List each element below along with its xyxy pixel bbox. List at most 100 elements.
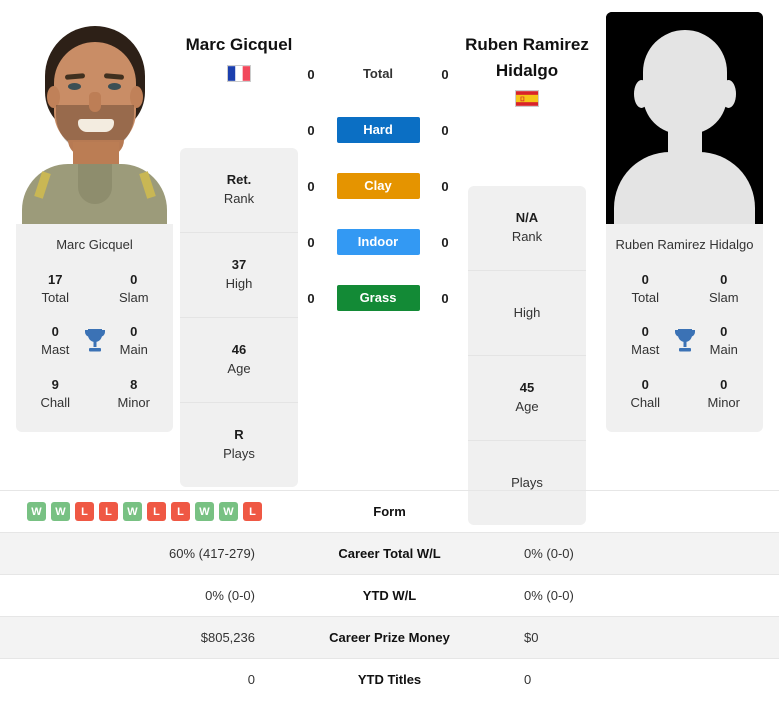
table-row-label: Form <box>373 504 406 519</box>
rank-row-age: 45 Age <box>468 356 586 441</box>
h2h-row-grass: 0 Grass 0 <box>303 284 453 312</box>
stat-slam: 0 Slam <box>95 263 174 313</box>
rank-row-rank: N/A Rank <box>468 186 586 271</box>
rank-value: Ret. <box>226 172 252 188</box>
table-row-label: YTD W/L <box>362 588 417 603</box>
player-card-left: Marc Gicquel 17 Total 0 Slam 0 Mast 0 Ma… <box>16 12 173 432</box>
player-photo-right <box>606 12 763 224</box>
stat-chall: 0 Chall <box>606 368 685 418</box>
rank-label: Rank <box>223 191 255 206</box>
stat-value: 0 <box>720 376 728 392</box>
h2h-row-indoor: 0 Indoor 0 <box>303 228 453 256</box>
rank-row-plays: R Plays <box>180 403 298 487</box>
table-cell-left: 60% (417-279) <box>169 546 255 561</box>
spain-flag-icon <box>515 90 539 107</box>
rank-label: Age <box>227 361 251 376</box>
h2h-right-score: 0 <box>441 66 449 82</box>
table-cell-right: $0 <box>524 630 539 645</box>
rank-row-rank: Ret. Rank <box>180 148 298 233</box>
h2h-left-score: 0 <box>307 178 315 194</box>
player-name-left-card: Marc Gicquel <box>56 237 133 252</box>
titles-grid-left: 17 Total 0 Slam 0 Mast 0 Main 9 Chall 8 … <box>16 263 173 418</box>
player-card-right: Ruben Ramirez Hidalgo 0 Total 0 Slam 0 M… <box>606 12 763 432</box>
form-badge-win: W <box>219 502 238 521</box>
table-cell-right: 0% (0-0) <box>524 546 574 561</box>
rank-value: 37 <box>231 257 247 273</box>
rank-label: Rank <box>511 229 543 244</box>
rank-label: Age <box>515 399 539 414</box>
table-row: 0 YTD Titles 0 <box>0 658 779 700</box>
h2h-row-total: 0 Total 0 <box>303 60 453 88</box>
h2h-right-score: 0 <box>441 290 449 306</box>
rank-value: R <box>234 427 244 443</box>
h2h-surface-label: Total <box>362 66 394 81</box>
player-name-left: Marc Gicquel <box>185 35 293 54</box>
player-heading-left: Marc Gicquel <box>154 32 324 82</box>
stat-total: 0 Total <box>606 263 685 313</box>
table-row: 0% (0-0) YTD W/L 0% (0-0) <box>0 574 779 616</box>
form-badge-win: W <box>27 502 46 521</box>
table-row-label: Career Total W/L <box>338 546 441 561</box>
rank-value: N/A <box>515 210 539 226</box>
stat-value: 0 <box>641 376 649 392</box>
rank-row-high: High <box>468 271 586 356</box>
table-row-label: YTD Titles <box>357 672 422 687</box>
form-badge-loss: L <box>147 502 166 521</box>
table-cell-left: 0% (0-0) <box>205 588 255 603</box>
table-cell-right: 0 <box>524 672 532 687</box>
stat-minor: 8 Minor <box>95 368 174 418</box>
france-flag-icon <box>227 64 251 82</box>
rank-label: Plays <box>223 446 255 461</box>
stat-slam: 0 Slam <box>685 263 764 313</box>
table-cell-right: 0% (0-0) <box>524 588 574 603</box>
h2h-right-score: 0 <box>441 178 449 194</box>
rank-row-high: 37 High <box>180 233 298 318</box>
h2h-surface-chip-indoor[interactable]: Indoor <box>336 229 420 255</box>
stat-total: 17 Total <box>16 263 95 313</box>
titles-card-right: Ruben Ramirez Hidalgo 0 Total 0 Slam 0 M… <box>606 224 763 432</box>
form-badges-left: WWLLWLLWWL <box>0 502 277 521</box>
head-to-head-surfaces: 0 Total 0 0 Hard 0 0 Clay 0 0 Indoor 0 0… <box>303 60 453 312</box>
h2h-right-score: 0 <box>441 234 449 250</box>
comparison-stats-table: WWLLWLLWWL Form 60% (417-279) Career Tot… <box>0 490 779 700</box>
player-photo-left <box>16 12 173 224</box>
player-placeholder-avatar <box>606 12 763 224</box>
stat-value: 17 <box>48 271 63 287</box>
form-badge-win: W <box>123 502 142 521</box>
rank-value: 45 <box>519 380 535 396</box>
stat-label: Total <box>631 290 659 306</box>
table-cell-left: $805,236 <box>200 630 255 645</box>
stat-label: Chall <box>630 394 661 410</box>
rank-label: High <box>513 304 541 320</box>
h2h-surface-chip-grass[interactable]: Grass <box>336 285 420 311</box>
stat-label: Minor <box>117 394 150 410</box>
trophy-icon <box>674 329 695 352</box>
h2h-left-score: 0 <box>307 66 315 82</box>
player-comparison-header: Marc Gicquel 17 Total 0 Slam 0 Mast 0 Ma… <box>0 0 779 525</box>
h2h-surface-chip-hard[interactable]: Hard <box>336 117 420 143</box>
stat-label: Chall <box>40 394 71 410</box>
h2h-left-score: 0 <box>307 234 315 250</box>
table-row-label: Career Prize Money <box>329 630 450 645</box>
stat-label: Minor <box>707 394 740 410</box>
rank-row-age: 46 Age <box>180 318 298 403</box>
stat-value: 0 <box>641 271 649 287</box>
rank-card-left: Ret. Rank 37 High 46 Age R Plays <box>180 148 298 487</box>
rank-card-right: N/A Rank High 45 Age Plays <box>468 186 586 525</box>
form-badge-loss: L <box>171 502 190 521</box>
h2h-right-score: 0 <box>441 122 449 138</box>
h2h-row-clay: 0 Clay 0 <box>303 172 453 200</box>
stat-value: 9 <box>51 376 59 392</box>
form-badge-win: W <box>195 502 214 521</box>
stat-minor: 0 Minor <box>685 368 764 418</box>
h2h-surface-chip-clay[interactable]: Clay <box>336 173 420 199</box>
table-row: 60% (417-279) Career Total W/L 0% (0-0) <box>0 532 779 574</box>
player-name-right-card: Ruben Ramirez Hidalgo <box>615 237 754 252</box>
form-badge-loss: L <box>99 502 118 521</box>
table-row-form: WWLLWLLWWL Form <box>0 490 779 532</box>
h2h-row-hard: 0 Hard 0 <box>303 116 453 144</box>
form-badge-loss: L <box>243 502 262 521</box>
stat-value: 0 <box>130 271 138 287</box>
player-name-right: Ruben Ramirez Hidalgo <box>465 35 589 80</box>
titles-card-left: Marc Gicquel 17 Total 0 Slam 0 Mast 0 Ma… <box>16 224 173 432</box>
